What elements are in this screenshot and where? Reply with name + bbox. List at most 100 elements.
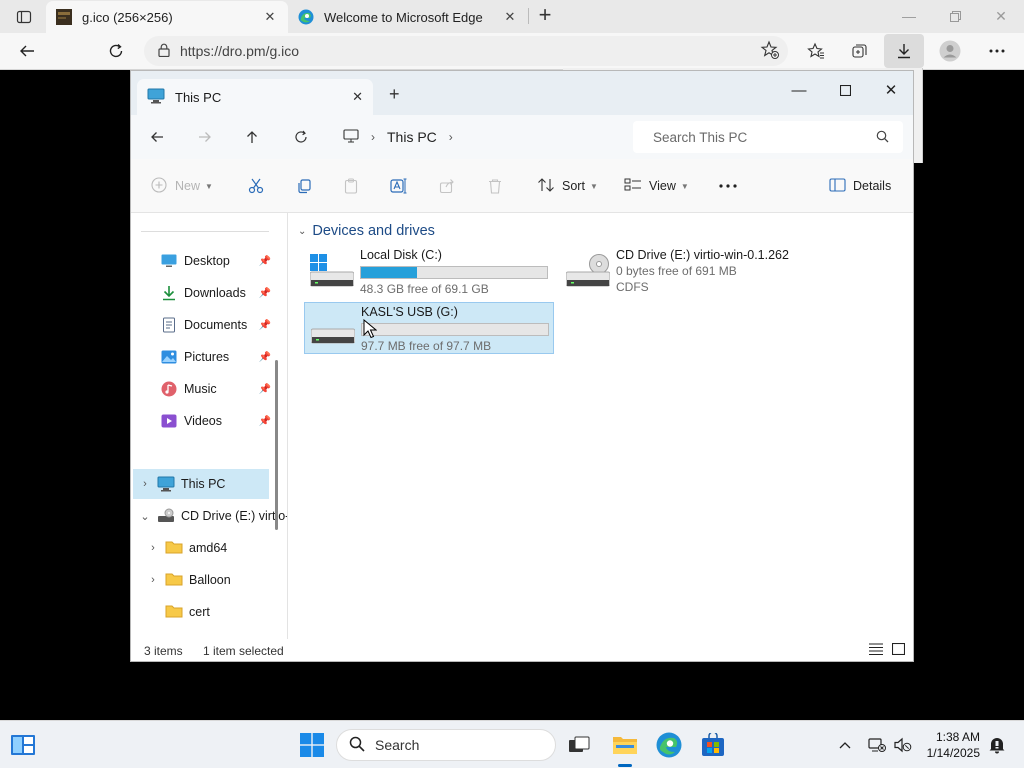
pin-icon[interactable]: 📌 <box>259 288 271 299</box>
chevron-down-icon[interactable]: ⌄ <box>298 226 306 237</box>
tree-item-balloon[interactable]: › Balloon <box>141 565 277 595</box>
quick-access-desktop[interactable]: Desktop 📌 <box>161 250 271 272</box>
more-icon[interactable] <box>982 37 1012 65</box>
chevron-right-icon[interactable]: › <box>449 130 453 144</box>
close-icon[interactable]: ✕ <box>871 77 911 103</box>
cut-icon[interactable] <box>248 175 264 197</box>
view-icon <box>624 178 642 195</box>
edge-icon[interactable] <box>654 730 684 760</box>
quick-access-downloads[interactable]: Downloads 📌 <box>161 282 271 304</box>
pin-icon[interactable]: 📌 <box>259 384 271 395</box>
tab-gico[interactable]: g.ico (256×256) ✕ <box>46 1 288 33</box>
back-icon[interactable] <box>12 37 42 65</box>
quick-access-label: Music <box>184 382 217 396</box>
paste-icon[interactable] <box>343 175 359 197</box>
computer-icon[interactable] <box>343 128 359 146</box>
new-tab-button[interactable]: + <box>389 84 400 105</box>
task-view-icon[interactable] <box>564 730 594 760</box>
share-icon[interactable] <box>439 175 455 197</box>
chevron-right-icon[interactable]: › <box>133 478 157 490</box>
lock-icon[interactable] <box>158 43 170 60</box>
tab-actions-icon[interactable] <box>9 6 39 28</box>
breadcrumb[interactable]: › This PC › <box>331 122 631 152</box>
details-view-icon[interactable] <box>869 643 885 657</box>
chevron-down-icon[interactable]: ⌄ <box>133 510 157 523</box>
widgets-icon[interactable] <box>8 730 38 760</box>
taskbar-search[interactable]: Search <box>336 729 556 761</box>
sort-icon <box>537 177 555 196</box>
restore-icon[interactable] <box>940 4 970 28</box>
scrollbar[interactable] <box>275 360 278 530</box>
tree-item-cert[interactable]: cert <box>141 597 277 627</box>
maximize-icon[interactable] <box>825 77 865 103</box>
quick-access-music[interactable]: Music 📌 <box>161 378 271 400</box>
browser-toolbar: https://dro.pm/g.ico <box>0 33 1024 70</box>
rename-icon[interactable] <box>390 175 408 197</box>
start-icon[interactable] <box>297 730 327 760</box>
search-input[interactable]: Search This PC <box>633 121 903 153</box>
up-icon[interactable] <box>237 123 267 151</box>
tree-item-amd64[interactable]: › amd64 <box>141 533 277 563</box>
drive-cd-e[interactable]: CD Drive (E:) virtio-win-0.1.262 0 bytes… <box>560 246 850 298</box>
pin-icon[interactable]: 📌 <box>259 352 271 363</box>
tiles-view-icon[interactable] <box>891 642 908 657</box>
quick-access-label: Desktop <box>184 254 230 268</box>
quick-access-label: Downloads <box>184 286 246 300</box>
downloads-icon[interactable] <box>884 34 924 68</box>
tab-welcome-edge[interactable]: Welcome to Microsoft Edge ✕ <box>288 1 528 33</box>
minimize-icon[interactable]: — <box>779 77 819 103</box>
more-options-icon[interactable] <box>719 175 737 197</box>
view-button[interactable]: View ▼ <box>624 175 689 197</box>
pin-icon[interactable]: 📌 <box>259 416 271 427</box>
collections-icon[interactable] <box>845 37 875 65</box>
close-tab-icon[interactable]: ✕ <box>262 9 278 25</box>
item-count: 3 items <box>144 644 183 658</box>
drive-usb-g[interactable]: KASL'S USB (G:) 97.7 MB free of 97.7 MB <box>304 302 554 354</box>
copy-icon[interactable] <box>296 175 312 197</box>
tree-item-cd-drive[interactable]: ⌄ CD Drive (E:) virtio-win-0.1.262 <box>133 501 287 531</box>
chevron-up-icon[interactable] <box>830 730 860 760</box>
profile-icon[interactable] <box>935 37 965 65</box>
close-tab-icon[interactable]: ✕ <box>502 9 518 25</box>
address-bar[interactable]: https://dro.pm/g.ico <box>144 36 788 66</box>
tree-item-this-pc[interactable]: › This PC <box>133 469 269 499</box>
back-icon[interactable] <box>142 123 172 151</box>
download-icon <box>161 285 177 301</box>
new-button[interactable]: New ▼ <box>151 175 213 197</box>
delete-icon[interactable] <box>487 175 503 197</box>
usb-drive-icon <box>310 311 356 350</box>
forward-icon[interactable] <box>190 123 220 151</box>
drive-free-space: 0 bytes free of 691 MB <box>616 264 737 278</box>
minimize-icon[interactable]: — <box>894 4 924 28</box>
breadcrumb-this-pc[interactable]: This PC <box>387 129 437 145</box>
notification-icon[interactable] <box>982 730 1012 760</box>
new-tab-button[interactable]: + <box>533 4 557 28</box>
close-tab-icon[interactable]: ✕ <box>352 89 363 105</box>
chevron-right-icon[interactable]: › <box>371 130 375 144</box>
file-explorer-icon[interactable] <box>610 730 640 760</box>
quick-access-videos[interactable]: Videos 📌 <box>161 410 271 432</box>
group-header-devices[interactable]: ⌄ Devices and drives <box>298 223 435 239</box>
refresh-icon[interactable] <box>101 37 131 65</box>
tab-title: g.ico (256×256) <box>82 9 173 25</box>
sort-button[interactable]: Sort ▼ <box>537 175 598 197</box>
explorer-tab-this-pc[interactable]: This PC ✕ <box>137 79 373 115</box>
pin-icon[interactable]: 📌 <box>259 320 271 331</box>
details-pane-icon <box>829 177 846 195</box>
quick-access-documents[interactable]: Documents 📌 <box>161 314 271 336</box>
chevron-right-icon[interactable]: › <box>141 574 165 586</box>
refresh-icon[interactable] <box>286 123 316 151</box>
close-icon[interactable]: ✕ <box>986 4 1016 28</box>
details-button[interactable]: Details <box>829 175 891 197</box>
add-favorite-icon[interactable] <box>760 40 780 63</box>
volume-muted-icon[interactable] <box>888 730 918 760</box>
system-clock[interactable]: 1:38 AM 1/14/2025 <box>927 729 980 761</box>
store-icon[interactable] <box>698 730 728 760</box>
status-bar: 3 items 1 item selected <box>131 639 913 661</box>
tree-label: amd64 <box>189 541 228 555</box>
quick-access-pictures[interactable]: Pictures 📌 <box>161 346 271 368</box>
pin-icon[interactable]: 📌 <box>259 256 271 267</box>
drive-local-disk-c[interactable]: Local Disk (C:) 48.3 GB free of 69.1 GB <box>304 246 554 298</box>
chevron-right-icon[interactable]: › <box>141 542 165 554</box>
favorites-icon[interactable] <box>801 37 831 65</box>
